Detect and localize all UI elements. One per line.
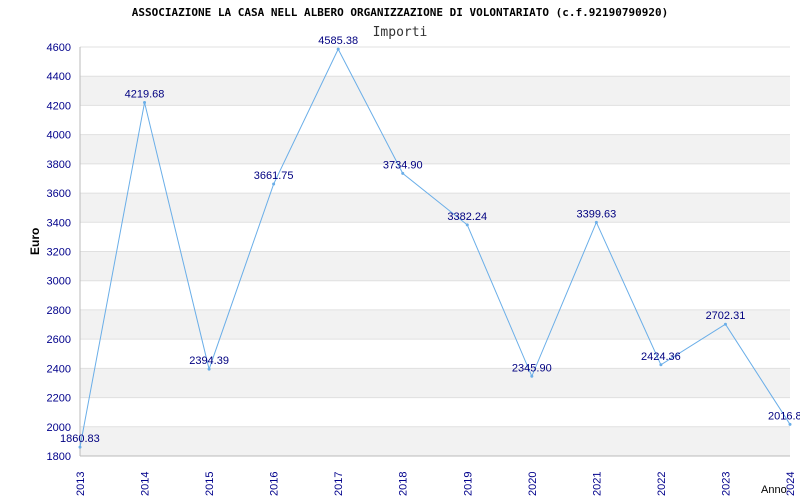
y-tick-label: 2200 <box>47 393 71 405</box>
y-tick-label: 4600 <box>47 42 71 54</box>
data-label: 2424.36 <box>641 351 681 363</box>
x-tick-label: 2020 <box>527 472 539 496</box>
background-band <box>80 309 790 340</box>
y-tick-label: 4200 <box>47 100 71 112</box>
x-tick-label: 2018 <box>398 472 410 496</box>
y-tick-label: 4000 <box>47 130 71 142</box>
background-band <box>80 426 790 456</box>
y-tick-label: 3400 <box>47 217 71 229</box>
data-label: 4219.68 <box>125 89 165 101</box>
data-label: 3734.90 <box>383 159 423 171</box>
data-point <box>401 171 405 175</box>
data-point <box>207 367 211 371</box>
y-tick-label: 2000 <box>47 422 71 434</box>
x-tick-label: 2022 <box>656 472 668 496</box>
data-point <box>465 223 469 227</box>
x-tick-label: 2017 <box>333 472 345 496</box>
data-point <box>78 445 82 449</box>
data-point <box>594 220 598 224</box>
data-label: 2702.31 <box>706 310 746 322</box>
x-tick-label: 2013 <box>75 472 87 496</box>
x-tick-label: 2024 <box>785 472 797 496</box>
y-tick-label: 1800 <box>47 451 71 463</box>
x-tick-label: 2014 <box>140 472 152 496</box>
y-axis-ticks: 1800 2000 2200 2400 2600 2800 3000 3200 3400 3600… <box>47 42 71 463</box>
y-tick-label: 4400 <box>47 71 71 83</box>
data-point <box>143 101 147 105</box>
data-point <box>336 47 340 51</box>
data-label: 2345.90 <box>512 362 552 374</box>
data-point <box>272 182 276 186</box>
background-band <box>80 76 790 106</box>
x-tick-label: 2015 <box>204 472 216 496</box>
y-tick-label: 3200 <box>47 247 71 259</box>
data-point <box>723 322 727 326</box>
data-label: 3661.75 <box>254 170 294 182</box>
y-tick-label: 2800 <box>47 305 71 317</box>
data-label: 2394.39 <box>189 355 229 367</box>
line-chart: 1800 2000 2200 2400 2600 2800 3000 3200 3400 3600… <box>47 35 800 496</box>
data-label: 3382.24 <box>447 211 487 223</box>
data-label: 4585.38 <box>318 35 358 47</box>
y-tick-label: 3800 <box>47 159 71 171</box>
x-axis-label: Anno <box>761 484 787 496</box>
data-point <box>659 363 663 367</box>
data-point <box>530 374 534 378</box>
y-tick-label: 2400 <box>47 363 71 375</box>
x-tick-label: 2023 <box>720 472 732 496</box>
y-tick-label: 2600 <box>47 334 71 346</box>
x-tick-label: 2016 <box>269 472 281 496</box>
background-bands <box>80 76 790 456</box>
x-axis-ticks: 2013 2014 2015 2016 2017 2018 2019 2020 2021 2022… <box>75 472 797 496</box>
data-label: 3399.63 <box>576 208 616 220</box>
x-tick-label: 2019 <box>462 472 474 496</box>
data-label: 1860.83 <box>60 433 100 445</box>
x-tick-label: 2021 <box>591 472 603 496</box>
data-label: 2016.8 <box>768 410 800 422</box>
y-tick-label: 3000 <box>47 276 71 288</box>
background-band <box>80 193 790 223</box>
background-band <box>80 368 790 398</box>
background-band <box>80 134 790 164</box>
y-tick-label: 3600 <box>47 188 71 200</box>
data-point <box>788 422 792 426</box>
